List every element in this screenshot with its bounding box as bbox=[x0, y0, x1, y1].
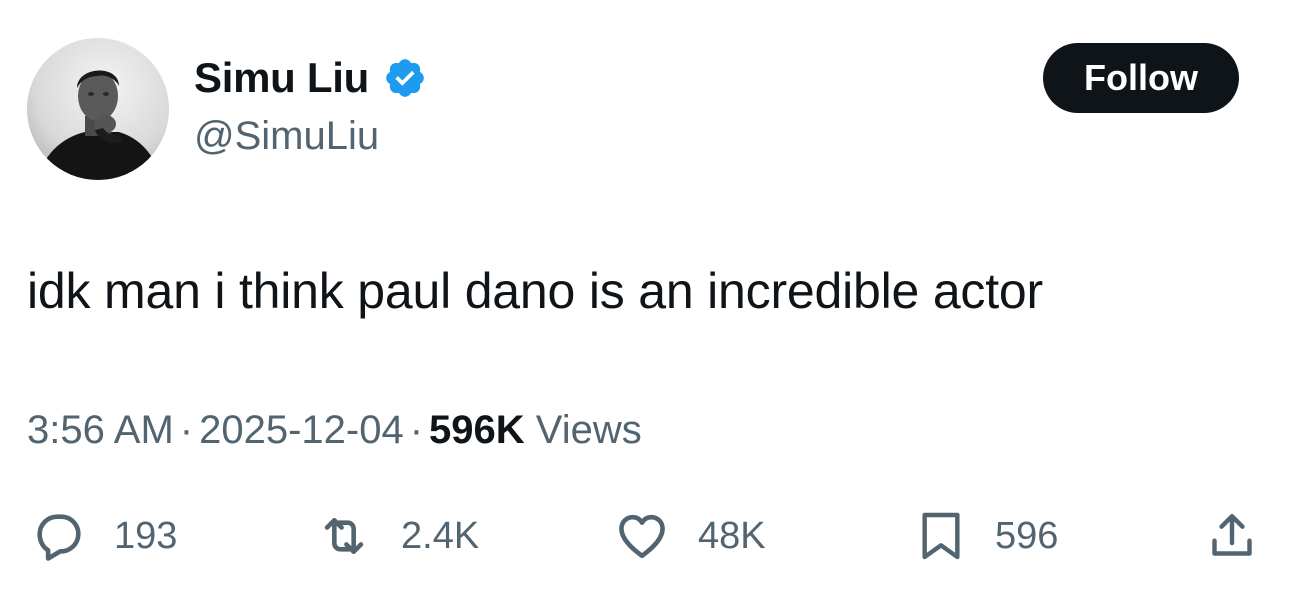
retweet-icon bbox=[313, 507, 375, 565]
avatar-photo-icon bbox=[27, 38, 169, 180]
share-button[interactable] bbox=[1204, 505, 1260, 567]
author-handle[interactable]: @SimuLiu bbox=[194, 114, 379, 159]
like-icon bbox=[612, 507, 672, 565]
tweet-meta: 3:56 AM · 2025-12-04 · 596K Views bbox=[27, 408, 642, 453]
tweet-card: Simu Liu @SimuLiu Follow idk man i think… bbox=[0, 0, 1290, 592]
tweet-date[interactable]: 2025-12-04 bbox=[199, 408, 404, 452]
reply-count: 193 bbox=[114, 514, 178, 557]
avatar[interactable] bbox=[27, 38, 169, 180]
like-count: 48K bbox=[698, 514, 766, 557]
like-button[interactable]: 48K bbox=[612, 505, 766, 567]
meta-separator: · bbox=[409, 408, 424, 452]
reply-icon bbox=[30, 507, 88, 565]
bookmark-button[interactable]: 596 bbox=[913, 505, 1058, 567]
tweet-text: idk man i think paul dano is an incredib… bbox=[27, 263, 1043, 319]
tweet-actions: 193 2.4K 48K 596 bbox=[0, 505, 1290, 567]
author-name-row: Simu Liu bbox=[194, 52, 427, 104]
share-icon bbox=[1204, 507, 1260, 565]
retweet-button[interactable]: 2.4K bbox=[313, 505, 479, 567]
meta-separator: · bbox=[179, 408, 194, 452]
reply-button[interactable]: 193 bbox=[30, 505, 177, 567]
views-label[interactable]: Views bbox=[536, 408, 642, 452]
follow-button[interactable]: Follow bbox=[1043, 43, 1239, 113]
retweet-count: 2.4K bbox=[401, 514, 480, 557]
verified-badge-icon bbox=[383, 56, 427, 100]
views-count[interactable]: 596K bbox=[429, 408, 525, 452]
tweet-time[interactable]: 3:56 AM bbox=[27, 408, 174, 452]
author-display-name[interactable]: Simu Liu bbox=[194, 54, 369, 102]
bookmark-icon bbox=[913, 505, 969, 567]
bookmark-count: 596 bbox=[995, 514, 1059, 557]
